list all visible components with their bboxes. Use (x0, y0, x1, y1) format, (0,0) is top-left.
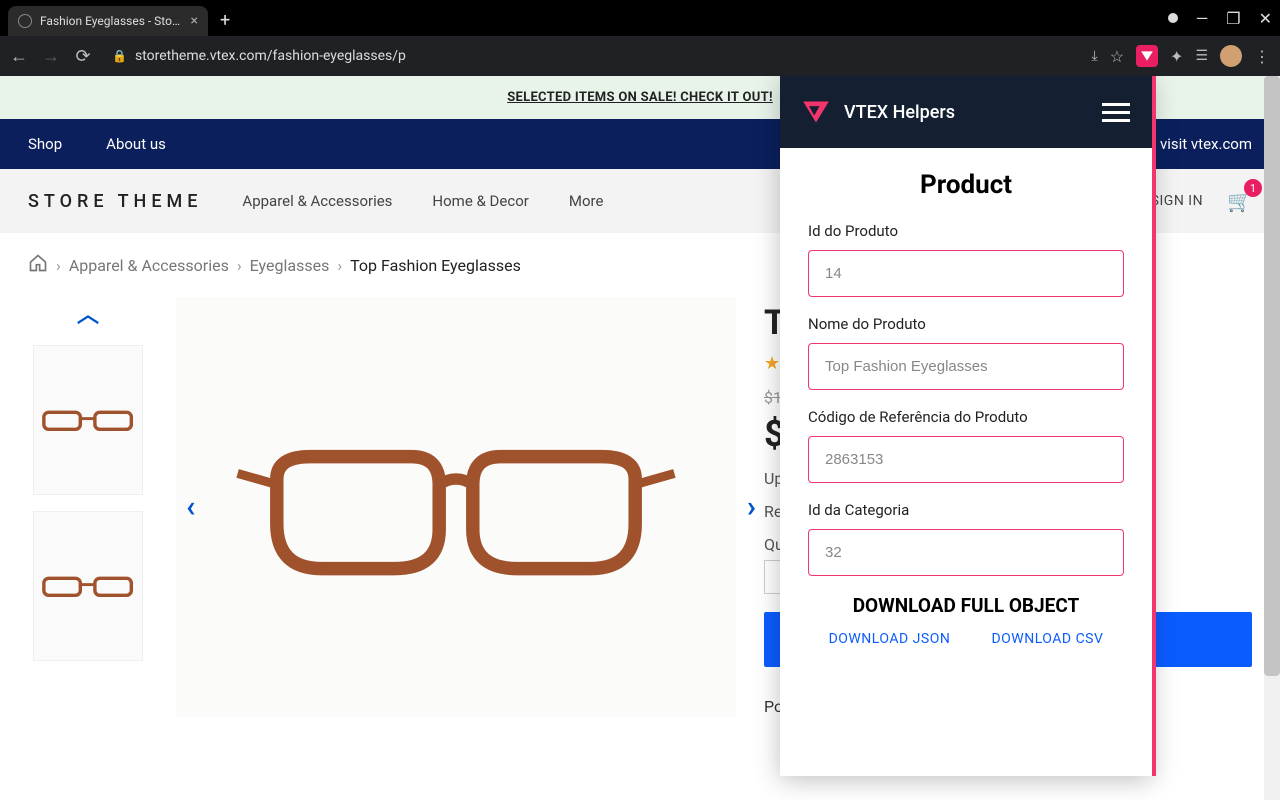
popup-title: VTEX Helpers (844, 102, 955, 123)
cat-home[interactable]: Home & Decor (432, 192, 528, 210)
back-icon[interactable]: ← (10, 47, 28, 65)
product-ref-field[interactable] (808, 436, 1124, 483)
vtex-extension-icon[interactable] (1136, 45, 1158, 67)
cart-button[interactable]: 🛒 1 (1227, 189, 1252, 213)
star-icon[interactable]: ☆ (1110, 47, 1124, 66)
cat-apparel[interactable]: Apparel & Accessories (242, 192, 392, 210)
download-csv-button[interactable]: DOWNLOAD CSV (991, 631, 1103, 647)
nav-about[interactable]: About us (106, 135, 166, 153)
breadcrumb-sep: › (56, 256, 61, 275)
glasses-icon (39, 405, 136, 434)
page-viewport: SELECTED ITEMS ON SALE! CHECK IT OUT! Sh… (0, 76, 1280, 800)
browser-toolbar: ← → ⟳ 🔒 storetheme.vtex.com/fashion-eyeg… (0, 36, 1280, 76)
rec-dot-icon (1168, 13, 1178, 23)
lock-icon: 🔒 (112, 49, 127, 63)
breadcrumb-apparel[interactable]: Apparel & Accessories (69, 256, 229, 275)
popup-header: VTEX Helpers (780, 76, 1152, 148)
download-json-button[interactable]: DOWNLOAD JSON (829, 631, 951, 647)
url-text: storetheme.vtex.com/fashion-eyeglasses/p (135, 48, 406, 64)
cart-badge: 1 (1244, 179, 1262, 197)
profile-avatar[interactable] (1220, 45, 1242, 67)
thumbnail-1[interactable] (33, 345, 143, 495)
glasses-icon (39, 571, 136, 600)
forward-icon[interactable]: → (42, 47, 60, 65)
product-ref-label: Código de Referência do Produto (808, 408, 1124, 426)
address-bar[interactable]: 🔒 storetheme.vtex.com/fashion-eyeglasses… (106, 48, 1077, 64)
product-id-field[interactable] (808, 250, 1124, 297)
close-window-icon[interactable]: ✕ (1259, 9, 1272, 28)
nav-visit-vtex[interactable]: visit vtex.com (1160, 135, 1252, 153)
glasses-icon (232, 423, 680, 591)
tab-title: Fashion Eyeglasses - Store Theme (40, 14, 183, 28)
browser-tab[interactable]: Fashion Eyeglasses - Store Theme × (8, 6, 208, 36)
star-icon: ★ (764, 353, 780, 374)
product-main-image: ‹ › (176, 297, 736, 717)
thumbnail-2[interactable] (33, 511, 143, 661)
popup-accent-edge (1152, 76, 1156, 776)
extensions-icon[interactable]: ✦ (1170, 47, 1183, 66)
scrollbar-thumb[interactable] (1264, 76, 1280, 676)
globe-icon (18, 14, 32, 28)
breadcrumb-sep: › (237, 256, 242, 275)
reading-list-icon[interactable]: ☰ (1195, 48, 1208, 64)
page-scrollbar[interactable] (1264, 76, 1280, 800)
hamburger-menu-icon[interactable] (1102, 103, 1130, 122)
store-logo[interactable]: STORE THEME (28, 191, 202, 212)
nav-shop[interactable]: Shop (28, 135, 62, 153)
close-icon[interactable]: × (191, 13, 198, 29)
product-name-label: Nome do Produto (808, 315, 1124, 333)
popup-heading: Product (808, 170, 1124, 200)
chevron-up-icon[interactable]: ︿ (77, 297, 99, 329)
maximize-icon[interactable]: ❐ (1226, 9, 1240, 28)
cat-more[interactable]: More (569, 192, 604, 210)
reload-icon[interactable]: ⟳ (74, 47, 92, 65)
promo-link[interactable]: SELECTED ITEMS ON SALE! CHECK IT OUT! (507, 90, 773, 105)
category-id-field[interactable] (808, 529, 1124, 576)
thumbnail-strip: ︿ (28, 297, 148, 717)
minimize-icon[interactable]: — (1196, 9, 1209, 28)
download-heading: DOWNLOAD FULL OBJECT (808, 594, 1124, 617)
breadcrumb-current: Top Fashion Eyeglasses (350, 256, 521, 275)
browser-titlebar: Fashion Eyeglasses - Store Theme × + — ❐… (0, 0, 1280, 36)
chevron-left-icon[interactable]: ‹ (186, 490, 195, 525)
popup-body: Product Id do Produto Nome do Produto Có… (780, 148, 1152, 776)
new-tab-button[interactable]: + (220, 10, 230, 31)
product-name-field[interactable] (808, 343, 1124, 390)
install-icon[interactable]: ⤓ (1091, 48, 1097, 64)
chevron-right-icon[interactable]: › (747, 490, 756, 525)
vtex-helpers-popup: VTEX Helpers Product Id do Produto Nome … (780, 76, 1152, 776)
category-id-label: Id da Categoria (808, 501, 1124, 519)
product-id-label: Id do Produto (808, 222, 1124, 240)
vtex-logo-icon (802, 98, 830, 126)
window-controls: — ❐ ✕ (1168, 9, 1272, 28)
breadcrumb-eyeglasses[interactable]: Eyeglasses (250, 256, 330, 275)
home-icon[interactable] (28, 253, 48, 277)
signin-link[interactable]: SIGN IN (1151, 193, 1203, 209)
breadcrumb-sep: › (337, 256, 342, 275)
kebab-menu-icon[interactable]: ⋮ (1254, 47, 1270, 66)
